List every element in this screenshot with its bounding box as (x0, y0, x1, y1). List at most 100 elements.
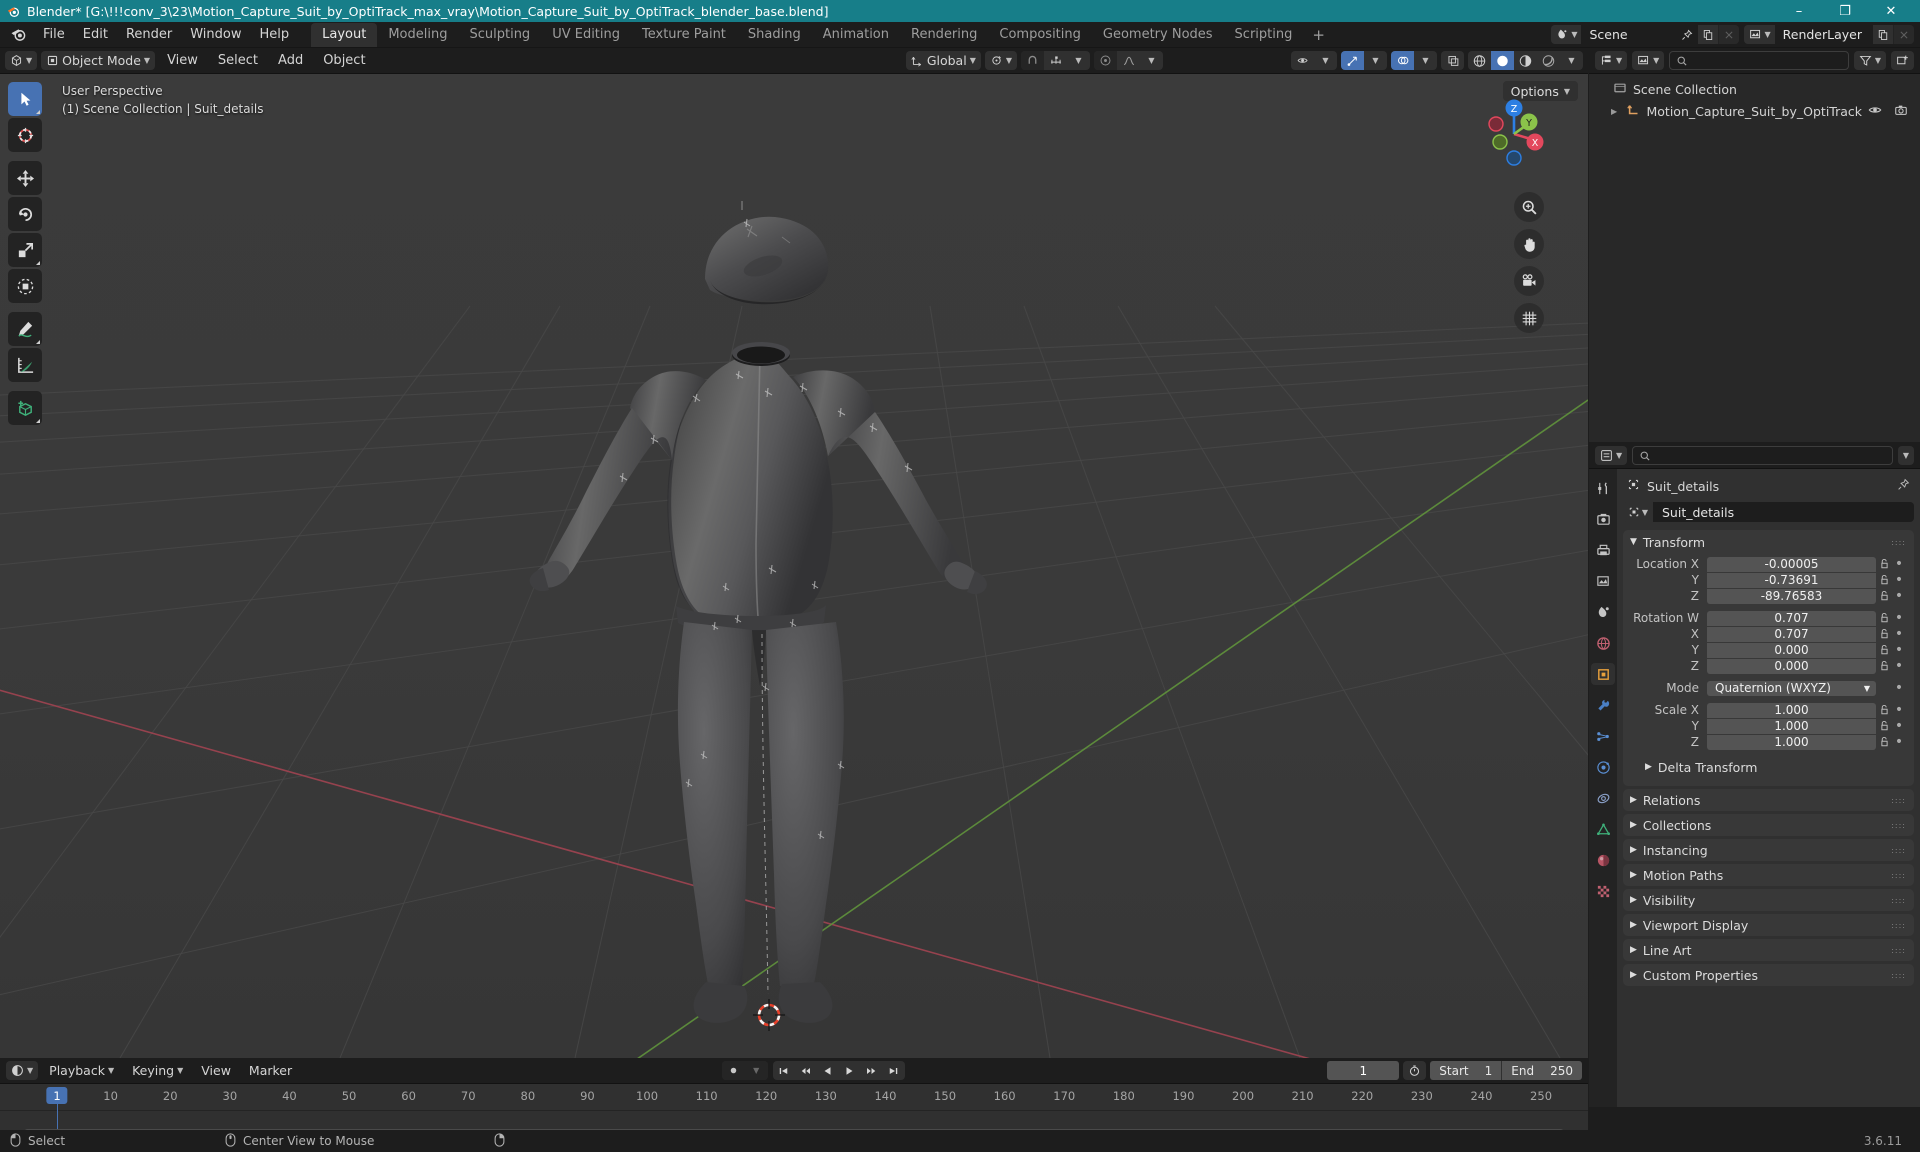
properties-tab-texture[interactable] (1591, 880, 1615, 902)
prev-keyframe-button[interactable] (795, 1061, 817, 1080)
location-x-animate-dot[interactable]: • (1892, 556, 1906, 572)
rotation-w-lock-icon[interactable] (1876, 612, 1892, 624)
new-scene-button[interactable] (1697, 25, 1719, 44)
location-x-lock-icon[interactable] (1876, 558, 1892, 570)
blender-logo-icon[interactable] (8, 26, 28, 44)
viewport-canvas[interactable]: User Perspective (1) Scene Collection | … (0, 74, 1588, 1058)
outliner-display-mode[interactable]: ▼ (1632, 51, 1665, 70)
shading-wireframe-icon[interactable] (1468, 51, 1491, 70)
menu-render[interactable]: Render (117, 24, 181, 45)
transform-orientation-selector[interactable]: Global ▼ (905, 51, 981, 70)
relations-panel[interactable]: ▶ Relations :::: (1623, 789, 1914, 811)
outliner-editor-type-icon[interactable]: ▼ (1595, 51, 1628, 70)
properties-options-chevron-down-icon[interactable]: ▼ (1897, 446, 1914, 465)
auto-key-chevron-down-icon[interactable]: ▼ (744, 1061, 768, 1080)
rotation-y-animate-dot[interactable]: • (1892, 642, 1906, 658)
add-workspace-button[interactable]: + (1303, 23, 1334, 47)
timeline-editor-type-icon[interactable]: ▼ (6, 1061, 39, 1080)
remove-view-layer-button[interactable] (1893, 25, 1914, 44)
location-x-input[interactable]: -0.00005 (1707, 556, 1876, 572)
properties-search-input[interactable] (1632, 446, 1893, 465)
properties-tab-modifiers[interactable] (1591, 694, 1615, 716)
workspace-tab-layout[interactable]: Layout (311, 22, 378, 47)
workspace-tab-scripting[interactable]: Scripting (1224, 23, 1304, 47)
location-z-animate-dot[interactable]: • (1892, 588, 1906, 604)
visibility-chevron-down-icon[interactable]: ▼ (1314, 51, 1337, 70)
properties-tab-output[interactable] (1591, 539, 1615, 561)
outliner-row-scene-collection[interactable]: Scene Collection (1589, 78, 1920, 100)
shading-chevron-down-icon[interactable]: ▼ (1560, 51, 1583, 70)
viewport-menu-add[interactable]: Add (270, 51, 311, 70)
workspace-tab-geometry-nodes[interactable]: Geometry Nodes (1092, 23, 1224, 47)
rotation-w-animate-dot[interactable]: • (1892, 610, 1906, 626)
measure-tool[interactable] (8, 348, 42, 382)
line-art-panel[interactable]: ▶ Line Art :::: (1623, 939, 1914, 961)
overlays-chevron-down-icon[interactable]: ▼ (1414, 51, 1437, 70)
filter-icon[interactable]: ▼ (1853, 51, 1886, 70)
rotation-mode-dropdown[interactable]: Quaternion (WXYZ) ▼ (1707, 680, 1876, 696)
snap-chevron-down-icon[interactable]: ▼ (1067, 51, 1090, 70)
use-preview-range-icon[interactable] (1403, 1061, 1427, 1080)
rotate-tool[interactable] (8, 197, 42, 231)
properties-tab-tool[interactable] (1591, 477, 1615, 499)
custom-properties-panel[interactable]: ▶ Custom Properties :::: (1623, 964, 1914, 986)
falloff-icon[interactable] (1117, 51, 1140, 70)
move-tool[interactable] (8, 161, 42, 195)
timeline-menu-view[interactable]: View (194, 1061, 238, 1080)
instancing-panel[interactable]: ▶ Instancing :::: (1623, 839, 1914, 861)
pin-id-icon[interactable] (1897, 478, 1910, 494)
scene-icon[interactable]: ▼ (1551, 25, 1582, 44)
properties-tab-particles[interactable] (1591, 725, 1615, 747)
annotate-tool[interactable] (8, 312, 42, 346)
workspace-tab-texture-paint[interactable]: Texture Paint (631, 23, 737, 47)
pin-icon[interactable] (1677, 25, 1698, 44)
new-view-layer-button[interactable] (1872, 25, 1893, 44)
viewport-menu-object[interactable]: Object (315, 51, 373, 70)
location-y-animate-dot[interactable]: • (1892, 572, 1906, 588)
proportional-editing-icon[interactable] (1094, 51, 1117, 70)
scale-z-lock-icon[interactable] (1876, 736, 1892, 748)
transform-panel-header[interactable]: ▼ Transform :::: (1623, 530, 1914, 554)
next-keyframe-button[interactable] (861, 1061, 883, 1080)
rotation-z-animate-dot[interactable]: • (1892, 658, 1906, 674)
scale-z-input[interactable]: 1.000 (1707, 734, 1876, 750)
object-name-input[interactable]: Suit_details (1653, 502, 1914, 522)
scale-z-animate-dot[interactable]: • (1892, 734, 1906, 750)
navigation-gizmo[interactable]: Z X Y (1476, 96, 1552, 172)
properties-editor-type-icon[interactable]: ▼ (1595, 446, 1628, 465)
minimize-button[interactable]: – (1776, 0, 1822, 22)
rotation-y-input[interactable]: 0.000 (1707, 642, 1876, 658)
shading-rendered-icon[interactable] (1537, 51, 1560, 70)
workspace-tab-sculpting[interactable]: Sculpting (458, 23, 541, 47)
close-button[interactable]: ✕ (1868, 0, 1914, 22)
rotation-x-animate-dot[interactable]: • (1892, 626, 1906, 642)
properties-tab-material[interactable] (1591, 849, 1615, 871)
new-collection-icon[interactable] (1891, 51, 1914, 70)
scale-y-animate-dot[interactable]: • (1892, 718, 1906, 734)
rotation-z-input[interactable]: 0.000 (1707, 658, 1876, 674)
location-z-input[interactable]: -89.76583 (1707, 588, 1876, 604)
properties-tab-view-layer[interactable] (1591, 570, 1615, 592)
scale-tool[interactable] (8, 233, 42, 267)
rotation-w-input[interactable]: 0.707 (1707, 610, 1876, 626)
workspace-tab-animation[interactable]: Animation (812, 23, 900, 47)
collections-panel[interactable]: ▶ Collections :::: (1623, 814, 1914, 836)
toggle-xray-icon[interactable] (1441, 51, 1464, 70)
workspace-tab-rendering[interactable]: Rendering (900, 23, 988, 47)
delta-transform-subpanel[interactable]: ▶ Delta Transform (1627, 756, 1906, 778)
chevron-right-icon[interactable]: ▶ (1611, 107, 1621, 116)
jump-to-start-button[interactable] (773, 1061, 795, 1080)
scene-name[interactable]: Scene (1581, 25, 1678, 44)
rotation-mode-animate-dot[interactable]: • (1892, 680, 1906, 696)
show-gizmo-icon[interactable] (1341, 51, 1364, 70)
viewport-display-panel[interactable]: ▶ Viewport Display :::: (1623, 914, 1914, 936)
rotation-y-lock-icon[interactable] (1876, 644, 1892, 656)
show-overlays-icon[interactable] (1391, 51, 1414, 70)
rotation-x-lock-icon[interactable] (1876, 628, 1892, 640)
current-frame-input[interactable]: 1 (1327, 1061, 1400, 1080)
menu-file[interactable]: File (34, 24, 74, 45)
hand-icon[interactable] (1514, 229, 1544, 259)
rotation-z-lock-icon[interactable] (1876, 660, 1892, 672)
cursor-tool[interactable] (8, 118, 42, 152)
outliner-search-input[interactable] (1669, 51, 1849, 70)
